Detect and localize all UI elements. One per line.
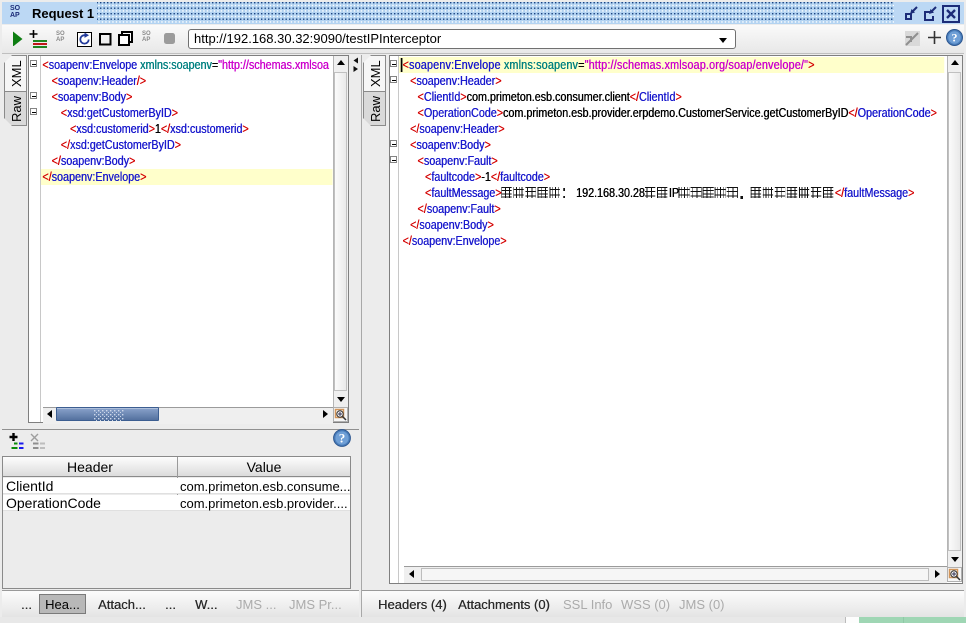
svg-text:?: ? [339, 431, 346, 446]
svg-text:?: ? [952, 31, 958, 45]
